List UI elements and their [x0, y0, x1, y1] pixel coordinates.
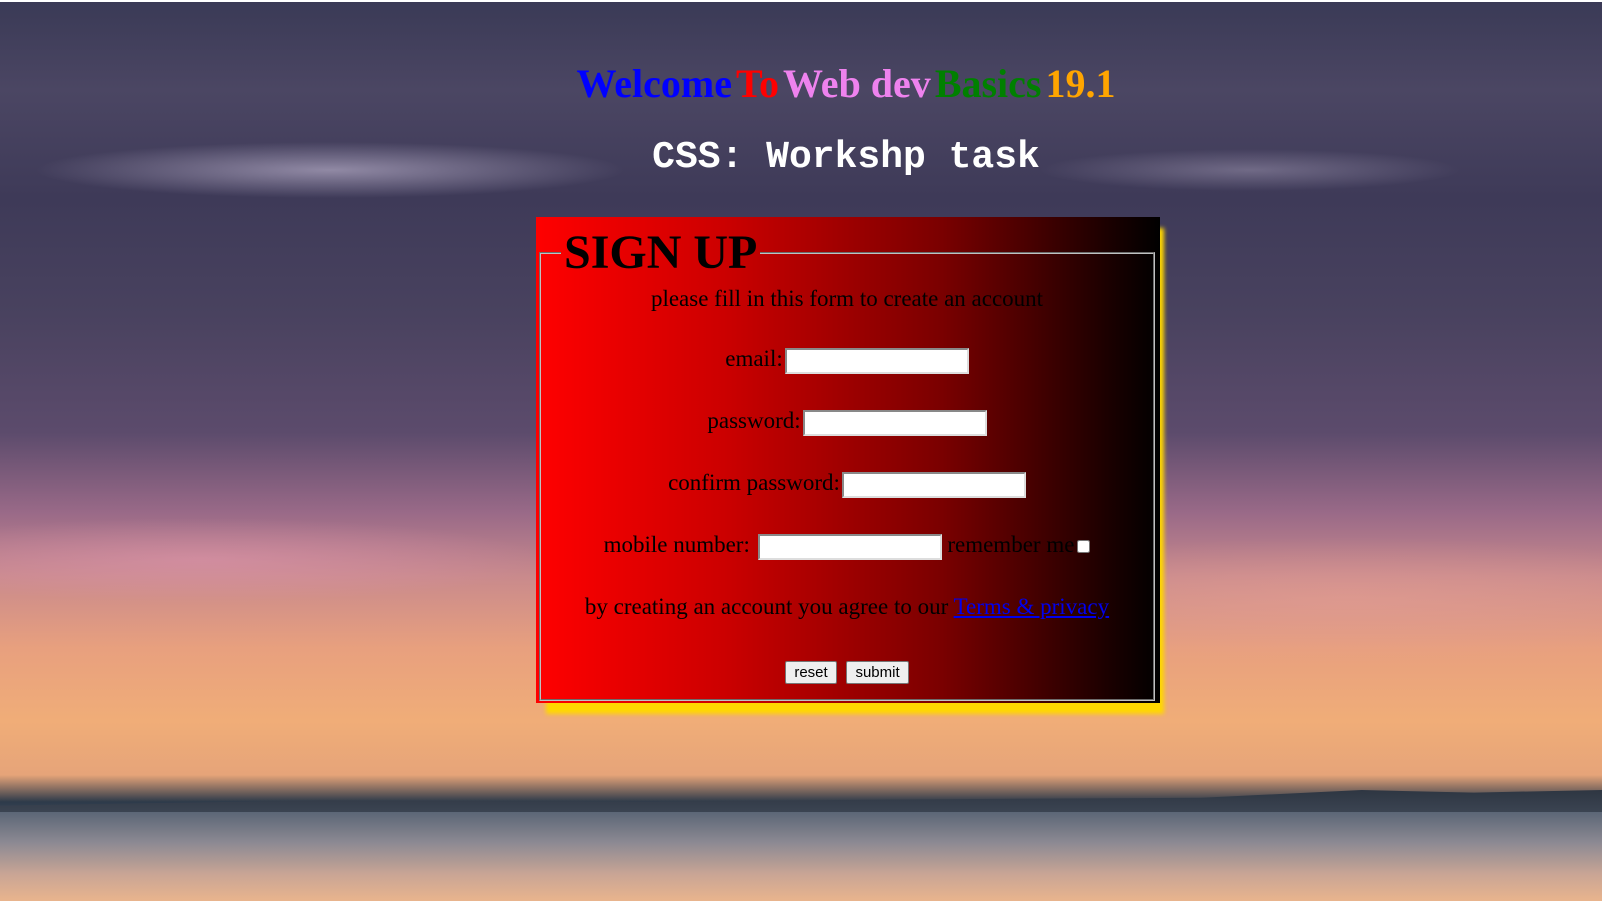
mobile-number-field[interactable] [757, 533, 942, 560]
remember-me-label: remember me [947, 532, 1075, 557]
mobile-label: mobile number: [603, 532, 750, 557]
top-border [0, 0, 1602, 2]
email-row: email: [539, 346, 1155, 374]
confirm-password-row: confirm password: [539, 470, 1155, 498]
email-field[interactable] [784, 347, 969, 374]
password-row: password: [539, 408, 1155, 436]
remember-me-checkbox[interactable] [1077, 540, 1091, 554]
reset-button[interactable]: reset [785, 661, 837, 684]
page-subtitle: CSS: Workshp task [652, 136, 1040, 179]
title-word-basics: Basics [934, 61, 1042, 106]
title-word-webdev: Web dev [783, 61, 931, 106]
confirm-password-label: confirm password: [668, 470, 840, 495]
title-word-welcome: Welcome [576, 61, 733, 106]
form-intro: please fill in this form to create an ac… [539, 286, 1155, 312]
password-label: password: [707, 408, 801, 433]
terms-privacy-link[interactable]: Terms & privacy [954, 594, 1110, 619]
password-field[interactable] [802, 409, 987, 436]
form-intro-text: please fill in this form to create an ac… [650, 286, 1044, 311]
signup-legend: SIGN UP [564, 226, 758, 279]
terms-text: by creating an account you agree to our [584, 594, 949, 619]
button-row: reset submit [539, 657, 1155, 684]
mobile-row: mobile number: remember me [539, 532, 1155, 560]
title-word-to: To [736, 61, 780, 106]
title-word-version: 19.1 [1045, 61, 1116, 106]
submit-button[interactable]: submit [846, 661, 909, 684]
page-title: Welcome To Web dev Basics 19.1 [0, 60, 1602, 107]
terms-row: by creating an account you agree to our … [539, 594, 1155, 620]
confirm-password-field[interactable] [841, 471, 1026, 498]
sea-background [0, 812, 1602, 901]
email-label: email: [725, 346, 783, 371]
